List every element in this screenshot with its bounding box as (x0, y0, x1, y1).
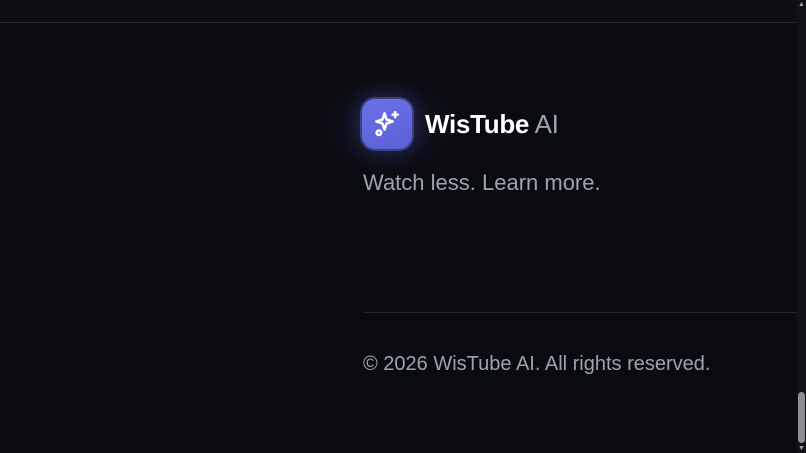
arrow-up-icon[interactable]: ▲ (798, 1, 805, 8)
footer-page: WisTube AI Watch less. Learn more. © 202… (0, 0, 806, 453)
copyright-text: © 2026 WisTube AI. All rights reserved. (363, 353, 711, 375)
brand-name: WisTube AI (425, 98, 559, 150)
brand-link[interactable]: WisTube AI (362, 98, 559, 150)
sparkles-icon (375, 110, 399, 137)
arrow-down-icon[interactable]: ▼ (798, 445, 805, 452)
footer-divider (363, 312, 797, 313)
tagline: Watch less. Learn more. (363, 170, 601, 195)
brand-name-main: WisTube (425, 109, 530, 139)
logo-badge (362, 99, 412, 149)
vertical-scrollbar[interactable]: ▲ ▼ (797, 0, 806, 453)
previous-section-edge (0, 0, 797, 23)
brand-name-suffix: AI (529, 109, 559, 139)
scrollbar-thumb[interactable] (798, 392, 805, 443)
